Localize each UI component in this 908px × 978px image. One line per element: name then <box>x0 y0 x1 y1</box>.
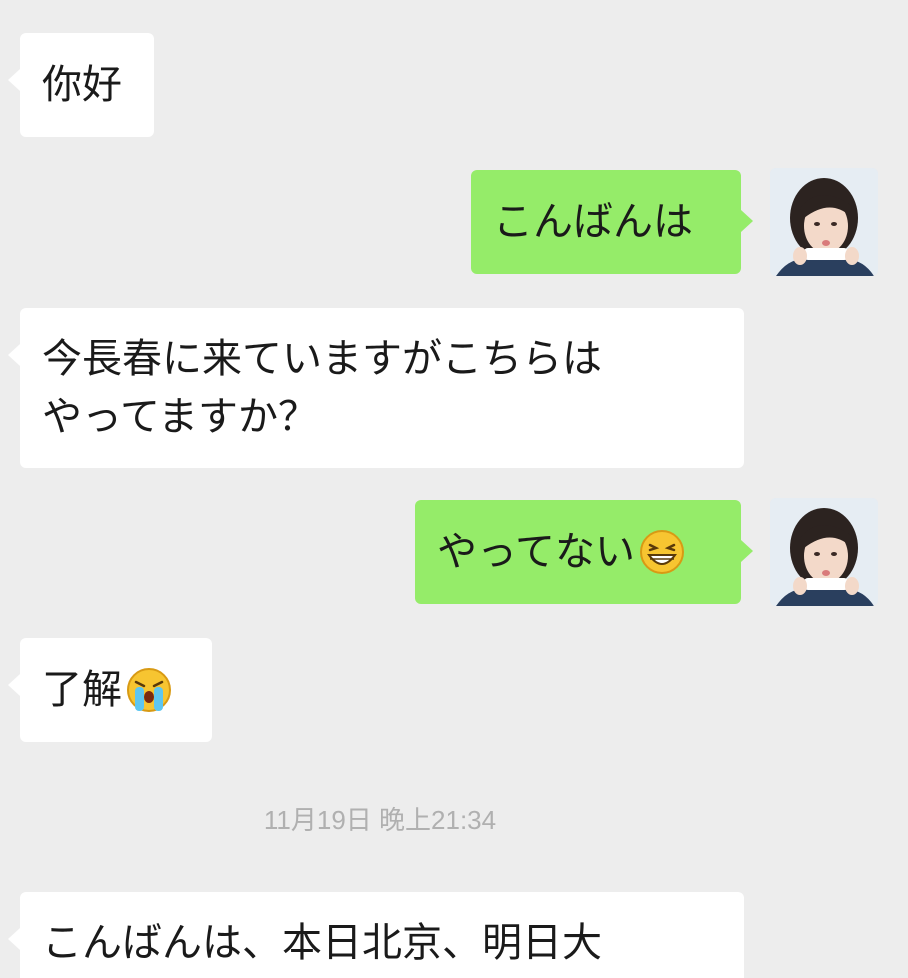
self-avatar[interactable] <box>770 168 878 276</box>
message-timestamp: 11月19日 晚上21:34 <box>263 805 497 835</box>
message-text-line: やってますか？ <box>42 394 318 440</box>
grinning-squint-emoji-icon <box>639 529 685 575</box>
chat-window[interactable]: 你好 こんばんは 今長春に来ていますがこちらは やってますか？ やってない 了解… <box>0 0 908 978</box>
incoming-message-bubble[interactable]: 你好 <box>8 33 154 137</box>
woman-photo-avatar-icon <box>770 168 878 276</box>
message-text: やってない <box>437 529 635 575</box>
incoming-message-bubble[interactable]: 今長春に来ていますがこちらは やってますか？ <box>8 308 744 468</box>
outgoing-message-bubble[interactable]: こんばんは <box>471 170 753 274</box>
self-avatar[interactable] <box>770 498 878 606</box>
incoming-message-bubble[interactable]: 了解 <box>8 638 212 742</box>
outgoing-message-bubble[interactable]: やってない <box>415 500 753 604</box>
message-text: こんばんは、本日北京、明日大 <box>42 920 602 966</box>
woman-photo-avatar-icon <box>770 498 878 606</box>
message-text: こんばんは <box>493 199 693 245</box>
crying-emoji-icon <box>126 667 172 713</box>
message-text-line: 今長春に来ていますがこちらは <box>42 336 602 382</box>
incoming-message-bubble[interactable]: こんばんは、本日北京、明日大 <box>8 892 744 978</box>
message-text: 你好 <box>42 62 122 108</box>
message-text: 了解 <box>42 667 122 713</box>
